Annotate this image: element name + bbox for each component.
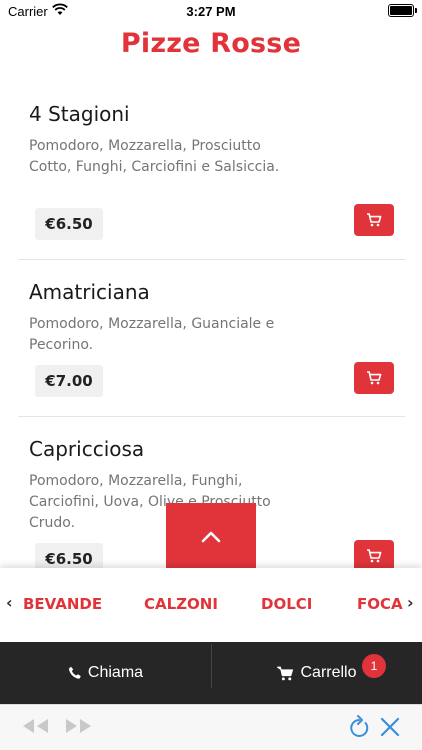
divider: [18, 416, 405, 417]
menu-item: 4 Stagioni Pomodoro, Mozzarella, Prosciu…: [18, 102, 405, 252]
call-button[interactable]: Chiama: [0, 642, 211, 704]
item-description: Pomodoro, Mozzarella, Prosciutto Cotto, …: [29, 138, 280, 175]
status-bar: Carrier 3:27 PM: [0, 0, 422, 22]
refresh-icon[interactable]: [348, 715, 370, 739]
scroll-to-top-button[interactable]: [166, 503, 256, 571]
battery-icon: [388, 4, 417, 17]
cart-count-badge: 1: [362, 654, 386, 678]
browser-toolbar: [0, 704, 422, 750]
chevron-up-icon: [201, 531, 221, 543]
item-price: €7.00: [35, 365, 103, 397]
category-prev-icon[interactable]: ‹: [6, 593, 13, 612]
add-to-cart-button[interactable]: [354, 204, 394, 236]
category-dolci[interactable]: DOLCI: [261, 595, 312, 613]
close-icon[interactable]: [380, 717, 400, 737]
cart-icon: [277, 666, 294, 680]
cart-button[interactable]: Carrello: [212, 642, 422, 704]
phone-icon: [68, 666, 81, 679]
item-price: €6.50: [35, 208, 103, 240]
item-name: Amatriciana: [29, 280, 150, 304]
action-bar: Chiama Carrello: [0, 642, 422, 704]
cart-icon: [367, 213, 382, 227]
add-to-cart-button[interactable]: [354, 540, 394, 568]
add-to-cart-button[interactable]: [354, 362, 394, 394]
cart-icon: [367, 371, 382, 385]
divider: [18, 259, 405, 260]
item-description: Pomodoro, Mozzarella, Guanciale e Pecori…: [29, 316, 275, 353]
cart-label: Carrello: [300, 664, 357, 681]
forward-icon[interactable]: [64, 717, 94, 735]
category-bar: ‹ BEVANDE CALZONI DOLCI FOCA ›: [0, 568, 422, 642]
item-price: €6.50: [35, 543, 103, 568]
back-icon[interactable]: [20, 717, 50, 735]
page-title: Pizze Rosse: [120, 28, 302, 59]
category-focacce[interactable]: FOCA: [357, 595, 403, 613]
item-name: 4 Stagioni: [29, 102, 130, 126]
call-label: Chiama: [87, 664, 144, 681]
category-next-icon[interactable]: ›: [407, 593, 414, 612]
category-bevande[interactable]: BEVANDE: [23, 595, 102, 613]
menu-item: Amatriciana Pomodoro, Mozzarella, Guanci…: [18, 280, 405, 410]
clock: 3:27 PM: [186, 4, 236, 19]
cart-icon: [367, 549, 382, 563]
category-calzoni[interactable]: CALZONI: [144, 595, 218, 613]
item-name: Capricciosa: [29, 437, 145, 461]
